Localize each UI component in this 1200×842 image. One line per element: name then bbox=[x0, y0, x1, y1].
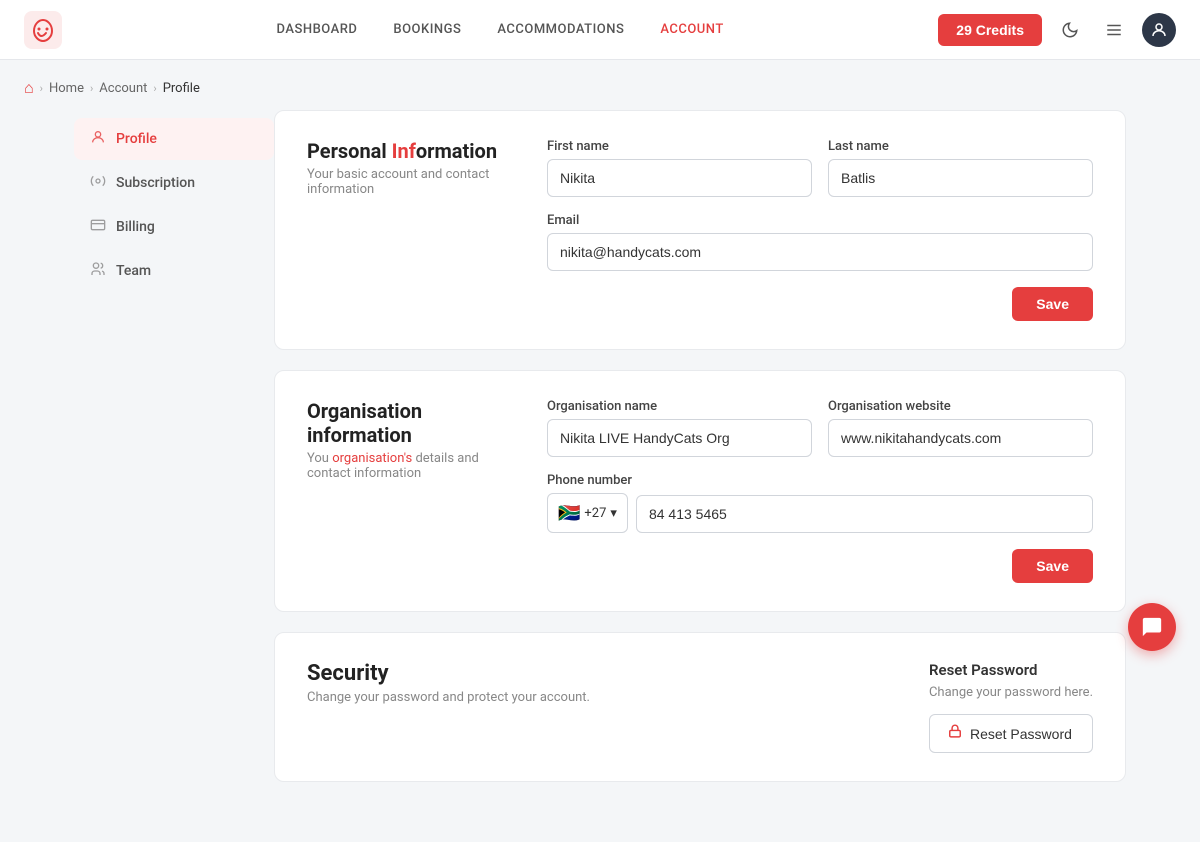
personal-info-actions: Save bbox=[547, 287, 1093, 321]
org-name-group: Organisation name bbox=[547, 399, 812, 457]
hamburger-icon bbox=[1105, 21, 1123, 39]
user-avatar-button[interactable] bbox=[1142, 13, 1176, 47]
logo[interactable] bbox=[24, 11, 62, 49]
personal-info-card: Personal Information Your basic account … bbox=[274, 110, 1126, 350]
profile-icon bbox=[90, 129, 106, 149]
phone-group: Phone number 🇿🇦 +27 ▾ bbox=[547, 473, 1093, 533]
reset-password-title: Reset Password bbox=[929, 661, 1093, 679]
org-info-subtitle: You organisation's details and contact i… bbox=[307, 451, 507, 481]
personal-info-save-button[interactable]: Save bbox=[1012, 287, 1093, 321]
org-info-title: Organisation information bbox=[307, 399, 507, 447]
moon-icon bbox=[1061, 21, 1079, 39]
breadcrumb-sep-1: › bbox=[40, 82, 43, 95]
org-name-input[interactable] bbox=[547, 419, 812, 457]
flag-emoji: 🇿🇦 bbox=[558, 503, 580, 524]
phone-label: Phone number bbox=[547, 473, 1093, 488]
reset-password-button[interactable]: Reset Password bbox=[929, 714, 1093, 753]
menu-button[interactable] bbox=[1098, 14, 1130, 46]
email-input[interactable] bbox=[547, 233, 1093, 271]
breadcrumb-sep-2: › bbox=[90, 82, 93, 95]
team-icon bbox=[90, 261, 106, 281]
sidebar-team-label: Team bbox=[116, 263, 151, 279]
sidebar-billing-label: Billing bbox=[116, 219, 155, 235]
sidebar-item-profile[interactable]: Profile bbox=[74, 118, 274, 160]
country-code-select[interactable]: 🇿🇦 +27 ▾ bbox=[547, 493, 628, 533]
logo-icon bbox=[24, 11, 62, 49]
chat-icon bbox=[1141, 616, 1163, 638]
lock-icon bbox=[948, 724, 962, 743]
personal-name-row: First name Last name bbox=[547, 139, 1093, 197]
security-subtitle: Change your password and protect your ac… bbox=[307, 690, 889, 705]
email-group: Email bbox=[547, 213, 1093, 271]
phone-row: Phone number 🇿🇦 +27 ▾ bbox=[547, 473, 1093, 533]
sidebar-profile-label: Profile bbox=[116, 131, 157, 147]
sidebar-subscription-label: Subscription bbox=[116, 175, 195, 191]
email-label: Email bbox=[547, 213, 1093, 228]
breadcrumb-home[interactable]: Home bbox=[49, 81, 84, 96]
billing-icon bbox=[90, 217, 106, 237]
main-nav: DASHBOARD BOOKINGS ACCOMMODATIONS ACCOUN… bbox=[277, 22, 724, 37]
nav-account[interactable]: ACCOUNT bbox=[660, 22, 723, 37]
org-subtitle-link[interactable]: organisation's bbox=[332, 451, 412, 466]
main-content: Personal Information Your basic account … bbox=[274, 110, 1126, 802]
first-name-label: First name bbox=[547, 139, 812, 154]
first-name-input[interactable] bbox=[547, 159, 812, 197]
org-website-label: Organisation website bbox=[828, 399, 1093, 414]
home-icon: ⌂ bbox=[24, 78, 34, 98]
org-info-actions: Save bbox=[547, 549, 1093, 583]
phone-input-row: 🇿🇦 +27 ▾ bbox=[547, 493, 1093, 533]
reset-password-subtitle: Change your password here. bbox=[929, 685, 1093, 700]
last-name-group: Last name bbox=[828, 139, 1093, 197]
nav-dashboard[interactable]: DASHBOARD bbox=[277, 22, 358, 37]
nav-bookings[interactable]: BOOKINGS bbox=[393, 22, 461, 37]
sidebar-item-team[interactable]: Team bbox=[74, 250, 274, 292]
org-website-group: Organisation website bbox=[828, 399, 1093, 457]
sidebar: Profile Subscription Billing Team bbox=[74, 110, 274, 802]
breadcrumb-account[interactable]: Account bbox=[99, 81, 147, 96]
credits-button[interactable]: 29 Credits bbox=[938, 14, 1042, 46]
theme-toggle-button[interactable] bbox=[1054, 14, 1086, 46]
org-name-label: Organisation name bbox=[547, 399, 812, 414]
org-info-save-button[interactable]: Save bbox=[1012, 549, 1093, 583]
phone-code: +27 bbox=[584, 506, 606, 521]
breadcrumb: ⌂ › Home › Account › Profile bbox=[0, 60, 1200, 110]
dropdown-chevron-icon: ▾ bbox=[610, 506, 617, 521]
user-icon bbox=[1150, 21, 1168, 39]
sidebar-item-billing[interactable]: Billing bbox=[74, 206, 274, 248]
phone-number-input[interactable] bbox=[636, 495, 1093, 533]
org-info-card: Organisation information You organisatio… bbox=[274, 370, 1126, 612]
org-name-row: Organisation name Organisation website bbox=[547, 399, 1093, 457]
reset-password-label: Reset Password bbox=[970, 726, 1072, 742]
security-card: Security Change your password and protec… bbox=[274, 632, 1126, 782]
last-name-input[interactable] bbox=[828, 159, 1093, 197]
security-title: Security bbox=[307, 661, 889, 686]
breadcrumb-sep-3: › bbox=[153, 82, 156, 95]
navbar: DASHBOARD BOOKINGS ACCOMMODATIONS ACCOUN… bbox=[0, 0, 1200, 60]
last-name-label: Last name bbox=[828, 139, 1093, 154]
subscription-icon bbox=[90, 173, 106, 193]
email-row: Email bbox=[547, 213, 1093, 271]
page-layout: Profile Subscription Billing Team bbox=[50, 110, 1150, 842]
nav-accommodations[interactable]: ACCOMMODATIONS bbox=[497, 22, 624, 37]
first-name-group: First name bbox=[547, 139, 812, 197]
sidebar-item-subscription[interactable]: Subscription bbox=[74, 162, 274, 204]
org-website-input[interactable] bbox=[828, 419, 1093, 457]
security-info: Security Change your password and protec… bbox=[307, 661, 889, 705]
personal-info-subtitle: Your basic account and contact informati… bbox=[307, 167, 507, 197]
breadcrumb-current: Profile bbox=[163, 81, 200, 96]
chat-fab-button[interactable] bbox=[1128, 603, 1176, 651]
navbar-actions: 29 Credits bbox=[938, 13, 1176, 47]
personal-info-title: Personal Information bbox=[307, 139, 507, 163]
